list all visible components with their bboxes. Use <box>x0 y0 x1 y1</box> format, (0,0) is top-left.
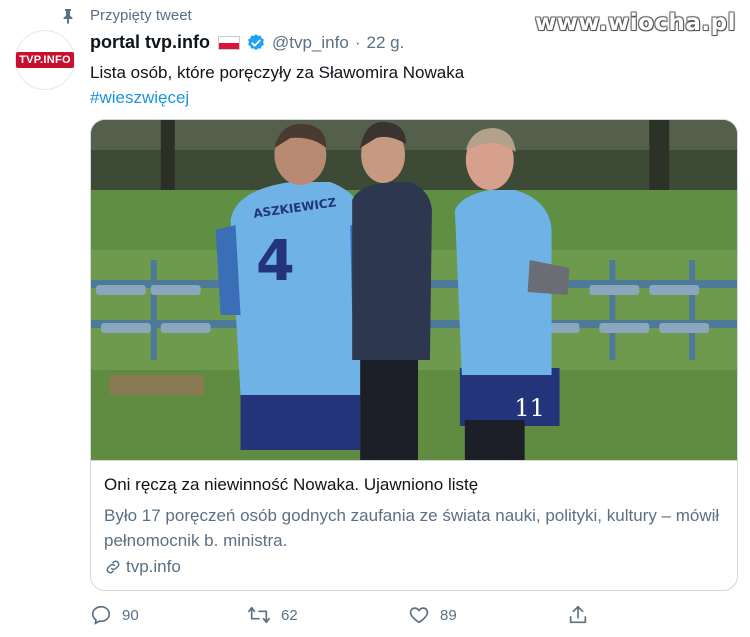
avatar[interactable]: TVP.INFO <box>15 30 75 90</box>
jersey-left-number: 4 <box>256 229 295 294</box>
card-title[interactable]: Oni ręczą za niewinność Nowaka. Ujawnion… <box>104 475 478 495</box>
watermark: www.wiocha.pl <box>534 10 736 36</box>
link-card[interactable]: ASZKIEWICZ 4 11 Oni ręczą za niewinność … <box>90 119 738 591</box>
tvp-logo: TVP.INFO <box>16 52 74 68</box>
author-name[interactable]: portal tvp.info <box>90 32 210 53</box>
retweet-count: 62 <box>281 606 298 624</box>
like-button[interactable]: 89 <box>408 604 457 626</box>
pin-icon <box>63 9 73 24</box>
separator-dot: · <box>354 32 361 52</box>
link-icon <box>106 560 120 574</box>
hashtag-link[interactable]: #wieszwięcej <box>90 85 189 110</box>
like-count: 89 <box>440 606 457 624</box>
card-link[interactable]: tvp.info <box>104 557 181 577</box>
author-handle[interactable]: @tvp_info <box>272 33 349 53</box>
reply-icon <box>91 605 111 625</box>
poland-flag-icon <box>218 35 240 50</box>
verified-badge-icon <box>248 33 264 50</box>
tweet-actions: 90 62 89 <box>90 604 650 632</box>
tweet-header: portal tvp.info @tvp_info · 22 g. <box>90 32 404 53</box>
heart-icon <box>409 607 429 624</box>
pinned-label: Przypięty tweet <box>90 7 192 24</box>
card-link-domain[interactable]: tvp.info <box>126 557 181 577</box>
retweet-icon <box>248 606 270 624</box>
card-image[interactable]: ASZKIEWICZ 4 11 <box>91 120 737 460</box>
jersey-right-number: 11 <box>514 394 544 422</box>
pinned-indicator <box>60 6 76 26</box>
card-description: Było 17 poręczeń osób godnych zaufania z… <box>104 506 720 550</box>
reply-count: 90 <box>122 606 139 624</box>
retweet-button[interactable]: 62 <box>247 604 298 626</box>
share-icon <box>569 605 587 624</box>
tweet-text: Lista osób, które poręczyły za Sławomira… <box>90 63 465 82</box>
share-button[interactable] <box>567 604 599 626</box>
tweet-timestamp[interactable]: 22 g. <box>366 33 404 53</box>
reply-button[interactable]: 90 <box>90 604 139 626</box>
card-body[interactable]: Oni ręczą za niewinność Nowaka. Ujawnion… <box>91 460 737 590</box>
